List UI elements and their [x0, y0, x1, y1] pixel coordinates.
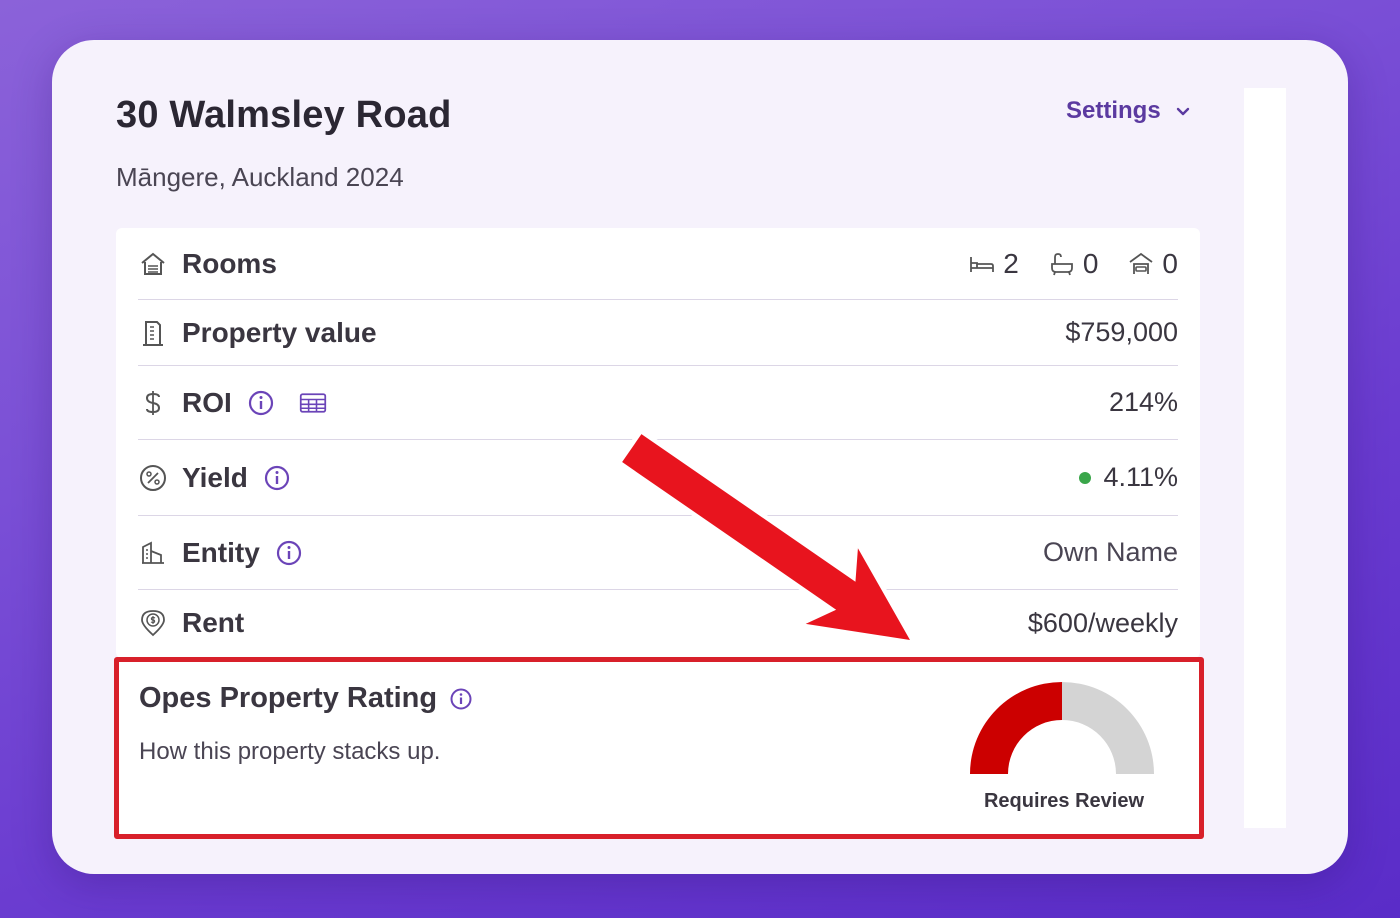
location-dollar-icon [138, 608, 168, 638]
house-icon [138, 249, 168, 279]
garages-count: 0 [1128, 248, 1178, 280]
rent-value: $600/weekly [1027, 607, 1178, 638]
dollar-icon [138, 388, 168, 418]
settings-label: Settings [1066, 97, 1161, 124]
bath-icon [1050, 252, 1073, 275]
property-address: Māngere, Auckland 2024 [116, 162, 404, 192]
yield-value-wrap: 4.11% [1079, 462, 1178, 493]
roi-value: 214% [1108, 387, 1178, 417]
yield-status-dot [1079, 471, 1092, 484]
entity-icon [138, 538, 168, 568]
settings-dropdown[interactable]: Settings [1066, 95, 1191, 127]
info-icon[interactable] [449, 687, 473, 711]
property-rating-section: Opes Property Rating How this property s… [114, 657, 1204, 839]
building-icon [138, 318, 168, 348]
property-value-row: Property value $759,000 [138, 300, 1178, 366]
rooms-label: Rooms [182, 247, 277, 279]
rent-label: Rent [182, 607, 245, 638]
info-icon[interactable] [262, 463, 292, 493]
info-icon[interactable] [274, 538, 304, 568]
chevron-down-icon [1176, 107, 1189, 116]
rating-title: Opes Property Rating [139, 682, 438, 714]
bathrooms-count: 0 [1049, 248, 1098, 280]
entity-row: Entity Own Name [138, 516, 1178, 590]
yield-label: Yield [182, 461, 248, 493]
gauge-track [1062, 682, 1154, 774]
yield-value: 4.11% [1103, 462, 1178, 492]
rating-title-wrap: Opes Property Rating [139, 682, 473, 715]
percent-icon [138, 463, 168, 493]
property-details-panel: Rooms 2 0 0 Property value $759,000 ROI … [116, 228, 1200, 658]
bed-icon [970, 256, 995, 272]
rooms-row: Rooms 2 0 0 [138, 228, 1178, 300]
garage-icon [1129, 252, 1153, 274]
rating-gauge [970, 682, 1154, 774]
rent-row: Rent $600/weekly [138, 590, 1178, 656]
bedrooms-count: 2 [969, 248, 1019, 280]
entity-value: Own Name [1042, 537, 1178, 567]
property-card: 30 Walmsley Road Māngere, Auckland 2024 … [52, 40, 1348, 874]
roi-row: ROI 214% [138, 366, 1178, 440]
roi-label: ROI [182, 386, 232, 418]
property-title: 30 Walmsley Road [116, 94, 452, 136]
gauge-fill [970, 682, 1062, 774]
property-value: $759,000 [1065, 317, 1178, 347]
rating-subtitle: How this property stacks up. [139, 738, 441, 765]
info-icon[interactable] [246, 388, 276, 418]
entity-label: Entity [182, 536, 260, 568]
side-panel-strip [1244, 88, 1286, 828]
rating-status: Requires Review [983, 790, 1145, 812]
table-icon[interactable] [298, 388, 328, 418]
property-value-label: Property value [182, 316, 377, 348]
yield-row: Yield 4.11% [138, 440, 1178, 516]
